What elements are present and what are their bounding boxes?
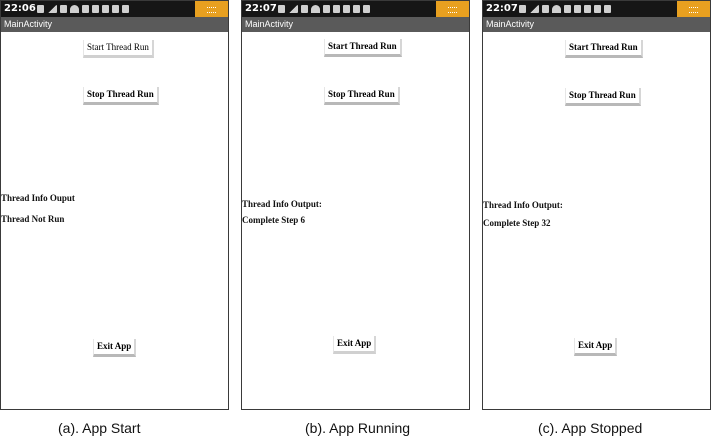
exit-app-button[interactable]: Exit App (333, 336, 377, 354)
usb-icon (301, 5, 308, 13)
keyboard-icon (92, 5, 99, 13)
message-icon (564, 5, 571, 13)
exit-app-button[interactable]: Exit App (574, 338, 618, 356)
shield-icon (584, 5, 591, 13)
signal-icon (288, 5, 298, 13)
caption-app-stopped: (c). App Stopped (538, 420, 643, 436)
thread-info-label: Thread Info Ouput (1, 193, 75, 203)
app-title: MainActivity (486, 19, 535, 29)
shield-icon (102, 5, 109, 13)
usb-debug-icon (604, 5, 611, 13)
stop-thread-button[interactable]: Stop Thread Run (83, 87, 159, 105)
status-time: 22:07 (486, 3, 518, 14)
signal-icon (47, 5, 57, 13)
screen-app-start: 22:06 MainActivity Start Thread Run Stop… (0, 0, 229, 410)
status-icons (278, 4, 396, 14)
keyboard-icon (574, 5, 581, 13)
usb-debug-icon (363, 5, 370, 13)
shield-icon (343, 5, 350, 13)
thread-info-value: Complete Step 6 (242, 215, 305, 225)
notification-icon (37, 5, 44, 13)
status-bar: 22:07 (483, 1, 710, 17)
notification-icon (278, 5, 285, 13)
start-thread-button[interactable]: Start Thread Run (565, 40, 643, 58)
status-time: 22:07 (245, 3, 277, 14)
status-icons (37, 4, 155, 14)
usb-icon (542, 5, 549, 13)
caption-app-running: (b). App Running (305, 420, 411, 436)
app-title-bar: MainActivity (1, 17, 228, 32)
app-title: MainActivity (4, 19, 53, 29)
start-thread-button[interactable]: Start Thread Run (324, 39, 402, 57)
notification-area-icon[interactable] (195, 1, 228, 17)
exit-app-button[interactable]: Exit App (93, 339, 137, 357)
wifi-icon (70, 5, 79, 13)
usb-debug-icon (122, 5, 129, 13)
notification-area-icon[interactable] (436, 1, 469, 17)
screen-app-running: 22:07 MainActivity Start Thread Run Stop… (241, 0, 470, 410)
thread-info-value: Thread Not Run (1, 214, 65, 224)
screen-app-stopped: 22:07 MainActivity Start Thread Run Stop… (482, 0, 711, 410)
sync-icon (594, 5, 601, 13)
notification-icon (519, 5, 526, 13)
status-bar: 22:06 (1, 1, 228, 17)
keyboard-icon (333, 5, 340, 13)
stop-thread-button[interactable]: Stop Thread Run (565, 88, 641, 106)
sync-icon (353, 5, 360, 13)
status-bar: 22:07 (242, 1, 469, 17)
thread-info-label: Thread Info Output: (242, 199, 322, 209)
status-time: 22:06 (4, 3, 36, 14)
status-icons (519, 4, 637, 14)
notification-area-icon[interactable] (677, 1, 710, 17)
app-title-bar: MainActivity (483, 17, 710, 32)
app-title: MainActivity (245, 19, 294, 29)
message-icon (323, 5, 330, 13)
thread-info-value: Complete Step 32 (483, 218, 551, 228)
caption-app-start: (a). App Start (58, 420, 141, 436)
sync-icon (112, 5, 119, 13)
stop-thread-button[interactable]: Stop Thread Run (324, 87, 400, 105)
thread-info-label: Thread Info Output: (483, 200, 563, 210)
signal-icon (529, 5, 539, 13)
start-thread-button[interactable]: Start Thread Run (83, 40, 154, 58)
wifi-icon (311, 5, 320, 13)
app-title-bar: MainActivity (242, 17, 469, 32)
usb-icon (60, 5, 67, 13)
message-icon (82, 5, 89, 13)
wifi-icon (552, 5, 561, 13)
